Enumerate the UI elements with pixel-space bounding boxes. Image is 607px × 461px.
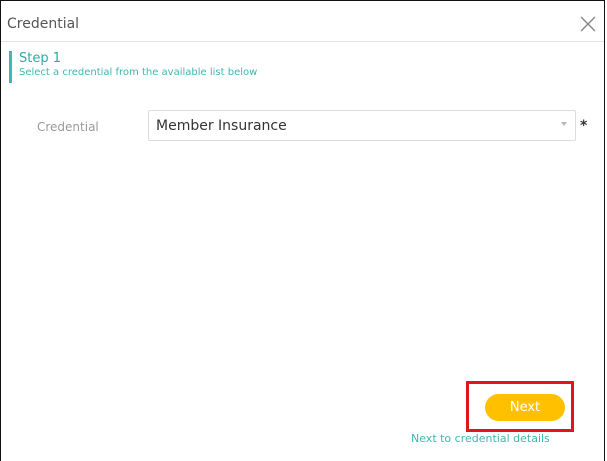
step-subtitle: Select a credential from the available l… xyxy=(19,67,258,78)
next-caption: Next to credential details xyxy=(411,432,550,445)
caret-down-icon xyxy=(561,122,567,126)
credential-label: Credential xyxy=(37,120,99,134)
next-button[interactable]: Next xyxy=(485,394,565,421)
dialog-header: Credential xyxy=(1,1,604,42)
dialog-title: Credential xyxy=(7,16,80,32)
close-icon[interactable] xyxy=(580,16,596,32)
credential-select-value: Member Insurance xyxy=(156,118,287,134)
step-title: Step 1 xyxy=(19,51,62,66)
required-marker: * xyxy=(580,118,588,134)
credential-dialog: Credential Step 1 Select a credential fr… xyxy=(0,0,605,461)
credential-select[interactable]: Member Insurance xyxy=(148,110,576,141)
step-indicator: Step 1 Select a credential from the avai… xyxy=(9,51,257,83)
